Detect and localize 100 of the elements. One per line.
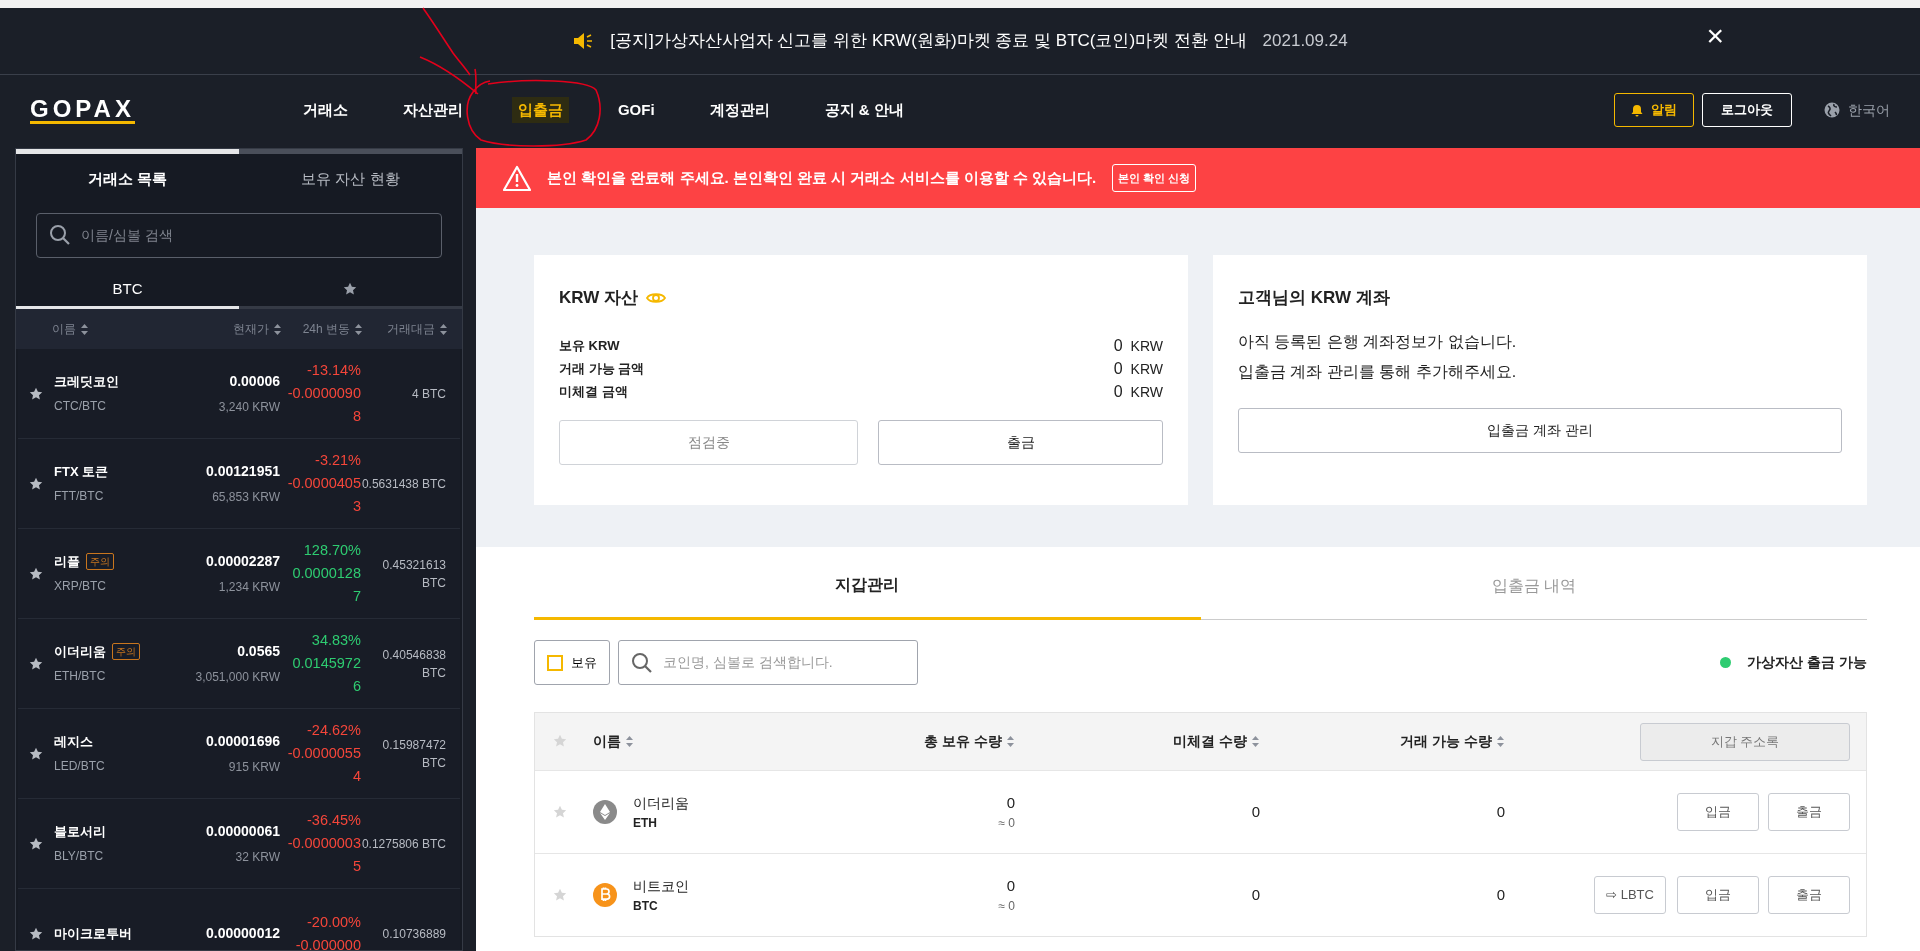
- info-text: 아직 등록된 은행 계좌정보가 없습니다.: [1238, 331, 1518, 352]
- trade-volume: 0.40546838 BTC: [381, 646, 446, 682]
- bell-icon: [1631, 103, 1643, 117]
- amount-value: 0: [1113, 382, 1123, 402]
- account-button[interactable]: 입출금 계좌 관리: [1238, 407, 1842, 453]
- search-field[interactable]: 코인명, 심볼로 검색합니다.: [618, 640, 918, 685]
- address-book-button[interactable]: 지갑 주소록: [1640, 722, 1850, 761]
- coin-name: 크레딧코인: [54, 372, 119, 391]
- column-header[interactable]: 24h 변동: [282, 320, 363, 338]
- krw-price: 32 KRW: [234, 849, 280, 866]
- language-link[interactable]: 한국어: [1824, 99, 1890, 121]
- action-button[interactable]: 입금: [1677, 793, 1759, 831]
- sort-icon[interactable]: [1251, 735, 1260, 748]
- price: 0.00001696: [205, 732, 280, 751]
- logo[interactable]: GOPAX: [30, 95, 135, 125]
- sort-icon[interactable]: [1496, 735, 1505, 748]
- change-percent: -20.00%: [306, 912, 361, 932]
- nav-link[interactable]: 자산관리: [396, 96, 469, 124]
- holding-filter[interactable]: 보유: [534, 640, 610, 685]
- coin-symbol: BTC: [633, 897, 659, 915]
- speaker-icon: [572, 31, 595, 51]
- notice-text[interactable]: [공지]가상자산사업자 신고를 위한 KRW(원화)마켓 종료 및 BTC(코인)마켓 전환 안내: [610, 28, 1247, 54]
- column-header[interactable]: 미체결 수량: [1015, 731, 1260, 752]
- nav-link[interactable]: 계정관리: [703, 96, 776, 124]
- nav-link[interactable]: GOFi: [611, 96, 661, 124]
- price: 0.00006: [228, 372, 280, 391]
- star-icon[interactable]: [29, 386, 43, 401]
- change-percent: 128.70%: [302, 541, 361, 560]
- star-icon[interactable]: [29, 836, 43, 851]
- column-header[interactable]: 이름: [593, 731, 795, 752]
- trade-volume: 4 BTC: [411, 385, 446, 403]
- search-input[interactable]: 이름/심볼 검색: [79, 223, 429, 247]
- sort-icon[interactable]: [1006, 735, 1015, 748]
- coin-name: 이더리움: [54, 642, 106, 661]
- status-dot: [1720, 657, 1732, 668]
- price: 0.00002287: [205, 552, 280, 571]
- trade-volume: 0.45321613 BTC: [381, 556, 446, 592]
- warning-badge: 주의: [112, 643, 140, 660]
- action-button[interactable]: 출금: [1768, 876, 1850, 914]
- krw-price: 3,240 KRW: [217, 399, 280, 416]
- nav-link[interactable]: 거래소: [296, 96, 354, 124]
- coin-name: 블로서리: [54, 822, 106, 841]
- trade-volume: 0.1275806 BTC: [361, 835, 446, 853]
- coin-name: 마이크로투버: [54, 924, 132, 943]
- change-percent: -3.21%: [314, 451, 361, 470]
- column-header[interactable]: 총 보유 수량: [795, 731, 1015, 752]
- wallet-tab[interactable]: 지갑관리: [534, 555, 1201, 620]
- coin-name: FTX 토큰: [54, 462, 109, 481]
- trading-pair: CTC/BTC: [54, 398, 107, 416]
- star-icon[interactable]: [29, 566, 43, 581]
- search-field[interactable]: 이름/심볼 검색: [36, 212, 442, 258]
- table-cell-text: 0: [1005, 792, 1015, 813]
- search-icon: [49, 224, 71, 246]
- change-percent: -13.14%: [306, 361, 361, 380]
- column-header[interactable]: 이름: [52, 320, 182, 338]
- nav-link[interactable]: 공지 & 안내: [818, 96, 910, 124]
- sort-icon[interactable]: [625, 735, 634, 748]
- sort-icon[interactable]: [439, 322, 448, 336]
- sidebar-tab[interactable]: 거래소 목록: [16, 149, 239, 209]
- change-amount: -0.00000554: [286, 744, 361, 786]
- trade-volume: 0.5631438 BTC: [361, 475, 446, 493]
- star-icon[interactable]: [29, 656, 43, 671]
- price: 0.00000012: [205, 924, 280, 943]
- action-button[interactable]: 출금: [1768, 793, 1850, 831]
- nav-link[interactable]: 입출금: [511, 96, 569, 124]
- column-header[interactable]: 거래대금: [363, 320, 448, 338]
- currency-unit: KRW: [1130, 383, 1163, 402]
- sidebar-tab[interactable]: 보유 자산 현황: [239, 149, 462, 209]
- star-icon[interactable]: [29, 926, 43, 941]
- trading-pair: LED/BTC: [54, 758, 106, 776]
- column-header[interactable]: 거래 가능 수량: [1260, 731, 1505, 752]
- card-title: KRW 자산: [559, 287, 638, 309]
- close-button[interactable]: ×: [1700, 20, 1730, 52]
- field-label: 미체결 금액: [559, 383, 628, 402]
- trading-pair: ETH/BTC: [54, 668, 107, 686]
- star-icon[interactable]: [29, 746, 43, 761]
- logout-button[interactable]: 로그아웃: [1702, 93, 1792, 127]
- sort-icon[interactable]: [273, 322, 282, 336]
- coin-name: 비트코인: [633, 876, 689, 896]
- coin-symbol: ETH: [633, 814, 658, 832]
- trading-pair: XRP/BTC: [54, 578, 107, 596]
- action-button[interactable]: 출금: [878, 419, 1163, 465]
- alert-button[interactable]: 알림: [1614, 93, 1694, 127]
- convert-button[interactable]: ⇨ LBTC: [1594, 876, 1666, 914]
- action-button[interactable]: 입금: [1677, 876, 1759, 914]
- approx-value: ≈ 0: [997, 815, 1015, 833]
- sort-icon[interactable]: [80, 322, 89, 336]
- column-header[interactable]: 현재가: [182, 320, 282, 338]
- change-amount: -0.00004053: [286, 474, 361, 516]
- change-percent: -36.45%: [306, 811, 361, 830]
- info-text: 입출금 계좌 관리를 통해 추가해주세요.: [1238, 361, 1518, 382]
- table-cell-text: 0: [1005, 875, 1015, 896]
- status-text: 가상자산 출금 가능: [1747, 653, 1867, 672]
- change-amount: -0.00000908: [286, 384, 361, 426]
- star-icon[interactable]: [29, 476, 43, 491]
- coin-name: 리플: [54, 552, 80, 571]
- table-cell-text: 0: [1495, 884, 1505, 905]
- krw-price: 3,051,000 KRW: [194, 669, 280, 686]
- amount-value: 0: [1113, 359, 1123, 379]
- sort-icon[interactable]: [354, 322, 363, 336]
